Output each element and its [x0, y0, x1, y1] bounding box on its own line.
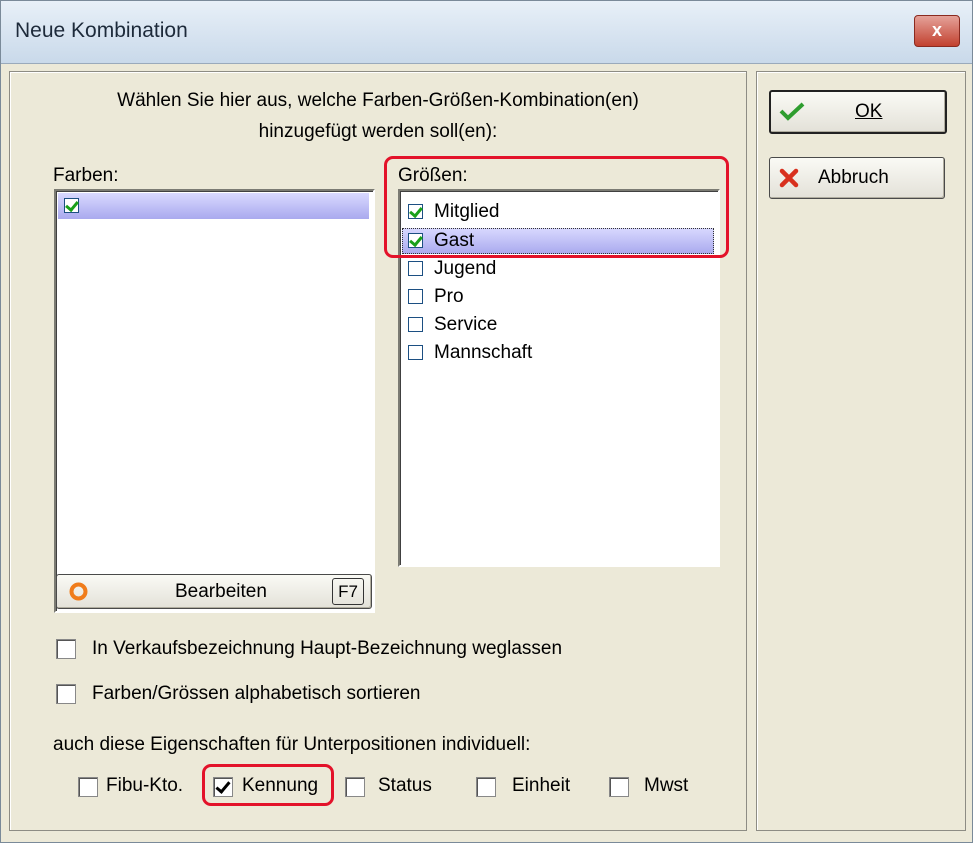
close-button[interactable]: x	[914, 15, 960, 47]
omit-main-name-checkbox[interactable]	[56, 639, 76, 659]
list-item-label: Pro	[434, 286, 464, 307]
cancel-button[interactable]: Abbruch	[769, 157, 945, 199]
einheit-label: Einheit	[512, 775, 571, 796]
edit-button-label: Bearbeiten	[175, 581, 267, 602]
list-item[interactable]: Service	[402, 312, 714, 338]
list-item[interactable]: Pro	[402, 284, 714, 310]
fibu-checkbox[interactable]	[78, 777, 98, 797]
instruction-line-2: hinzugefügt werden soll(en):	[258, 121, 498, 142]
fibu-label: Fibu-Kto.	[106, 775, 184, 796]
shortcut-badge: F7	[332, 578, 364, 605]
checkbox[interactable]	[408, 345, 423, 360]
mwst-label: Mwst	[644, 775, 689, 796]
ok-button-label: OK	[855, 101, 883, 122]
list-item[interactable]: Jugend	[402, 256, 714, 282]
farben-row[interactable]	[58, 193, 369, 219]
status-label: Status	[378, 775, 432, 796]
omit-main-name-label: In Verkaufsbezeichnung Haupt-Bezeichnung…	[92, 638, 563, 659]
ok-button[interactable]: OK	[769, 90, 947, 134]
edit-button[interactable]: Bearbeiten F7	[56, 574, 372, 609]
list-item-label: Mannschaft	[434, 342, 533, 363]
groessen-highlight-frame	[384, 156, 729, 258]
window-title: Neue Kombination	[15, 19, 188, 42]
red-x-icon	[779, 168, 799, 188]
kennung-highlight-frame	[202, 764, 334, 806]
list-item-label: Service	[434, 314, 498, 335]
list-item[interactable]: Mannschaft	[402, 340, 714, 366]
subpositions-label: auch diese Eigenschaften für Unterpositi…	[53, 734, 531, 755]
mwst-checkbox[interactable]	[609, 777, 629, 797]
dialog-window: Neue Kombination x Wählen Sie hier aus, …	[0, 0, 973, 843]
farben-list[interactable]	[54, 189, 375, 613]
einheit-checkbox[interactable]	[476, 777, 496, 797]
title-bar: Neue Kombination x	[1, 1, 972, 64]
instruction-line-1: Wählen Sie hier aus, welche Farben-Größe…	[117, 90, 639, 111]
farben-label: Farben:	[53, 165, 119, 186]
close-icon: x	[931, 20, 942, 40]
button-panel: OK Abbruch	[756, 71, 966, 831]
cancel-button-label: Abbruch	[818, 167, 889, 188]
sort-alpha-checkbox[interactable]	[56, 684, 76, 704]
green-check-icon	[779, 102, 805, 121]
farben-row-checkbox[interactable]	[64, 198, 79, 213]
checkbox[interactable]	[408, 317, 423, 332]
status-checkbox[interactable]	[345, 777, 365, 797]
main-panel: Wählen Sie hier aus, welche Farben-Größe…	[9, 71, 747, 831]
orange-ring-icon	[69, 582, 88, 601]
list-item-label: Jugend	[434, 258, 497, 279]
sort-alpha-label: Farben/Grössen alphabetisch sortieren	[92, 683, 421, 704]
checkbox[interactable]	[408, 289, 423, 304]
checkbox[interactable]	[408, 261, 423, 276]
